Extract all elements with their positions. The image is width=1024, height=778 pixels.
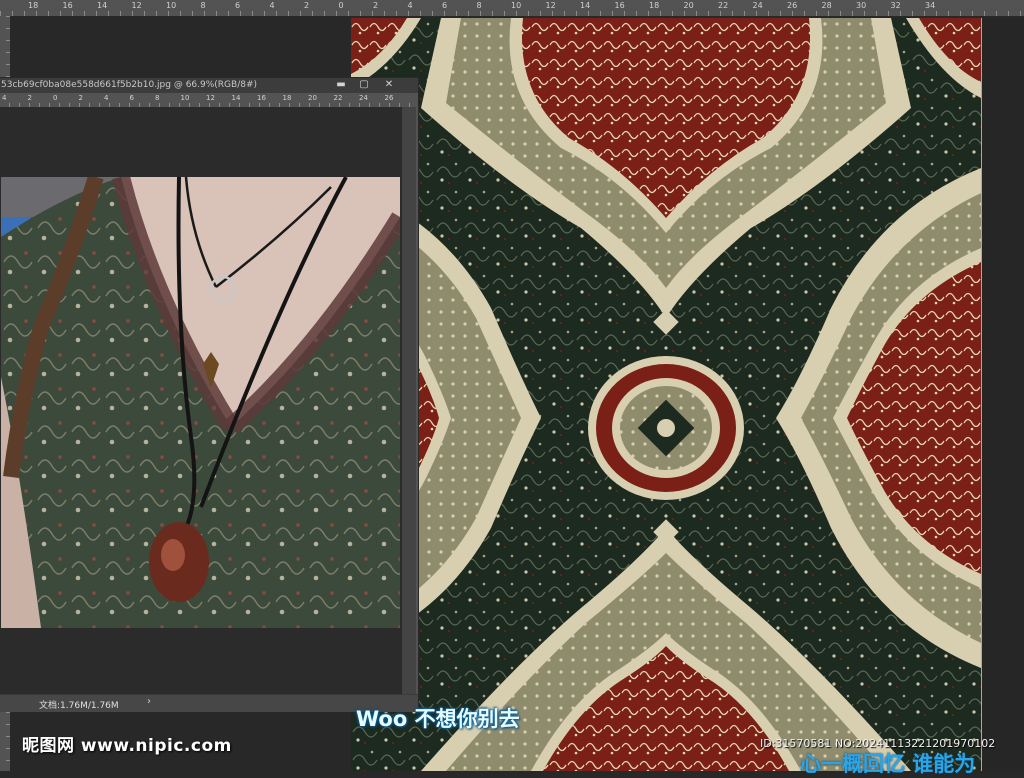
window-ruler-tick-label: 10 <box>180 94 190 102</box>
ruler-tick-label: 6 <box>442 1 448 10</box>
window-ruler-tick-label: 16 <box>257 94 266 102</box>
ruler-tick-label: 12 <box>131 1 142 10</box>
window-canvas-area[interactable] <box>0 107 402 694</box>
minimize-icon[interactable]: ▬ <box>333 79 349 91</box>
pattern-document-canvas[interactable] <box>351 18 981 771</box>
window-ruler-tick-label: 4 <box>104 94 109 102</box>
window-ruler-tick-label: 2 <box>78 94 83 102</box>
right-workspace-gutter <box>982 18 1024 771</box>
ruler-tick-label: 16 <box>614 1 625 10</box>
ruler-tick-label: 26 <box>787 1 798 10</box>
window-ruler-tick-label: 26 <box>384 94 394 102</box>
ruler-tick-label: 10 <box>511 1 522 10</box>
window-ruler-tick-label: 0 <box>53 94 58 102</box>
ruler-tick-label: 6 <box>235 1 241 10</box>
ruler-tick-label: 18 <box>28 1 39 10</box>
ruler-tick-label: 16 <box>62 1 73 10</box>
ruler-tick-label: 22 <box>718 1 729 10</box>
ruler-tick-label: 8 <box>200 1 206 10</box>
window-ruler-tick-label: 24 <box>359 94 368 102</box>
ruler-tick-label: 12 <box>545 1 556 10</box>
photo-image <box>1 177 400 628</box>
window-vertical-scrollbar[interactable] <box>402 107 416 694</box>
window-ruler-tick-label: 12 <box>206 94 215 102</box>
ruler-tick-label: 30 <box>856 1 867 10</box>
ruler-tick-label: 4 <box>269 1 275 10</box>
ruler-tick-label: 2 <box>304 1 310 10</box>
document-size-status: 文档:1.76M/1.76M <box>39 701 119 711</box>
lyric-subtitle: Woo 不想你别去 <box>356 707 520 731</box>
ruler-tick-label: 8 <box>476 1 482 10</box>
window-ruler-tick-label: 6 <box>129 94 134 102</box>
ruler-tick-label: 10 <box>166 1 177 10</box>
ruler-tick-label: 34 <box>925 1 936 10</box>
window-ruler-tick-label: 20 <box>308 94 317 102</box>
window-ruler-tick-label: 4 <box>2 94 7 102</box>
maximize-icon[interactable]: ▢ <box>356 79 372 91</box>
top-ruler: 18 16 14 12 10 8 6 4 2 0 2 4 6 8 10 12 14 16 18 20 22 24 26 28 3… <box>0 0 1024 17</box>
ruler-tick-label: 20 <box>683 1 694 10</box>
image-id-watermark: ID:31570581 NO:20241113221201970102 <box>760 737 996 750</box>
ruler-tick-label: 2 <box>373 1 379 10</box>
site-watermark: 昵图网 www.nipic.com <box>22 736 232 756</box>
ruler-tick-label: 14 <box>580 1 591 10</box>
paisley-pattern <box>351 18 981 771</box>
window-title-bar[interactable]: 53cb69cf0ba08e558d661f5b2b10.jpg @ 66.9%… <box>0 78 418 93</box>
ruler-tick-label: 28 <box>821 1 832 10</box>
window-ruler-tick-label: 8 <box>155 94 160 102</box>
ruler-tick-label: 32 <box>890 1 901 10</box>
floating-document-window[interactable]: 53cb69cf0ba08e558d661f5b2b10.jpg @ 66.9%… <box>0 77 419 712</box>
window-ruler-tick-label: 14 <box>231 94 241 102</box>
ruler-tick-label: 4 <box>407 1 413 10</box>
ruler-tick-label: 24 <box>752 1 763 10</box>
window-title: 53cb69cf0ba08e558d661f5b2b10.jpg @ 66.9%… <box>1 80 258 90</box>
window-ruler-tick-label: 22 <box>333 94 343 102</box>
lyric-subtitle-partial: 心一概回忆 谁能为 <box>800 752 976 776</box>
window-ruler-tick-label: 18 <box>282 94 292 102</box>
window-ruler-tick-label: 2 <box>27 94 32 102</box>
ruler-tick-label: 14 <box>97 1 108 10</box>
status-menu-arrow-icon[interactable]: › <box>147 696 151 707</box>
ruler-tick-label: 0 <box>338 1 344 10</box>
close-icon[interactable]: ✕ <box>381 79 397 91</box>
document-photo <box>1 177 400 628</box>
ruler-tick-label: 18 <box>649 1 660 10</box>
window-top-ruler: 4 2 0 2 4 6 8 10 12 14 16 18 20 22 24 26 <box>0 93 418 107</box>
